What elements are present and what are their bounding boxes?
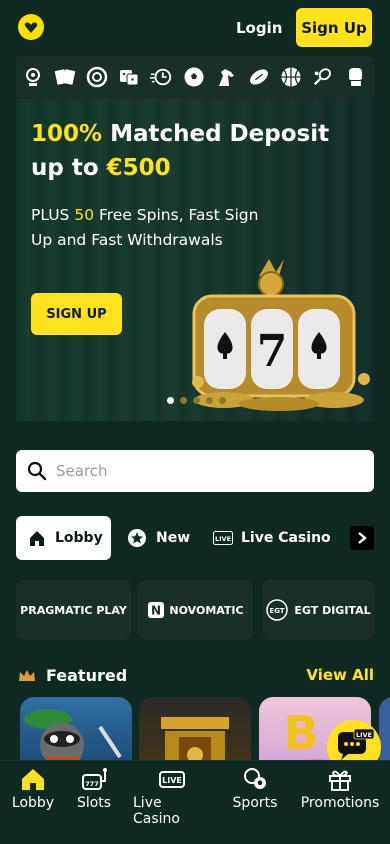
live-icon: LIVE bbox=[213, 531, 233, 545]
timer-icon[interactable] bbox=[150, 66, 172, 88]
svg-text:777: 777 bbox=[85, 780, 99, 788]
nav-sports-label: Sports bbox=[232, 795, 278, 811]
nav-promotions-label: Promotions bbox=[300, 795, 380, 811]
search-box[interactable]: Search bbox=[16, 450, 374, 492]
provider-name: EGT DIGITAL bbox=[294, 603, 371, 617]
nav-slots-label: Slots bbox=[76, 795, 112, 811]
sub-free-spins-count: 50 bbox=[74, 206, 95, 224]
carousel-dot[interactable] bbox=[206, 397, 213, 404]
football-icon[interactable] bbox=[248, 66, 270, 88]
bottom-navigation: Lobby 777 Slots LIVE Live Casino Sports … bbox=[0, 760, 390, 844]
tab-live-casino-label: Live Casino bbox=[241, 530, 331, 546]
provider-egt-digital[interactable]: EGT EGT DIGITAL bbox=[262, 580, 374, 640]
game-thumbnail bbox=[24, 709, 122, 763]
promo-banner[interactable]: 100% Matched Deposit up to €500 PLUS 50 … bbox=[16, 99, 374, 421]
banner-headline: 100% Matched Deposit up to €500 bbox=[31, 117, 351, 185]
poker-chip-icon[interactable] bbox=[86, 66, 108, 88]
headline-amount: €500 bbox=[106, 155, 171, 181]
game-tabs: Lobby New LIVE Live Casino bbox=[16, 516, 374, 560]
provider-pragmatic-play[interactable]: PRAGMATIC PLAY bbox=[16, 580, 131, 640]
tab-live-casino[interactable]: LIVE Live Casino bbox=[213, 516, 331, 560]
nav-sports[interactable]: Sports bbox=[232, 767, 278, 811]
svg-text:LIVE: LIVE bbox=[215, 535, 231, 543]
svg-text:7: 7 bbox=[257, 326, 288, 377]
carousel-dot[interactable] bbox=[180, 397, 187, 404]
login-link[interactable]: Login bbox=[236, 19, 282, 37]
game-thumbnail bbox=[161, 717, 229, 763]
banner-signup-button[interactable]: SIGN UP bbox=[31, 293, 122, 335]
novomatic-logo-icon: N bbox=[148, 602, 165, 618]
live-icon: LIVE bbox=[159, 771, 185, 788]
carousel-dot[interactable] bbox=[167, 397, 174, 404]
svg-text:EGT: EGT bbox=[270, 607, 285, 615]
svg-text:LIVE: LIVE bbox=[162, 776, 182, 785]
star-icon bbox=[128, 529, 146, 547]
search-icon bbox=[27, 461, 47, 481]
svg-text:B: B bbox=[283, 706, 318, 760]
tab-lobby[interactable]: Lobby bbox=[16, 516, 111, 560]
sports-balls-icon bbox=[244, 768, 266, 789]
tabs-next-button[interactable] bbox=[350, 526, 374, 550]
chat-live-badge: LIVE bbox=[356, 731, 372, 739]
search-input[interactable]: Search bbox=[56, 462, 108, 480]
provider-list: PRAGMATIC PLAY N NOVOMATIC EGT EGT DIGIT… bbox=[16, 580, 374, 640]
nav-live-casino-label: Live Casino bbox=[133, 795, 180, 827]
provider-name: PRAGMATIC PLAY bbox=[20, 603, 127, 617]
egt-logo-icon: EGT bbox=[266, 599, 289, 621]
banner-subtext: PLUS 50 Free Spins, Fast Sign Up and Fas… bbox=[31, 203, 271, 253]
nav-promotions[interactable]: Promotions bbox=[300, 767, 380, 811]
dice-icon[interactable] bbox=[118, 66, 140, 88]
carousel-dot[interactable] bbox=[219, 397, 226, 404]
category-bar bbox=[16, 56, 374, 99]
game-tile[interactable] bbox=[139, 697, 251, 763]
boxing-glove-icon[interactable] bbox=[344, 66, 366, 88]
crown-icon bbox=[19, 670, 35, 681]
brand-logo[interactable] bbox=[18, 14, 44, 40]
slot-machine-icon: 777 bbox=[82, 768, 107, 790]
basketball-icon[interactable] bbox=[280, 66, 302, 88]
game-tile[interactable] bbox=[379, 697, 390, 763]
nav-slots[interactable]: 777 Slots bbox=[75, 767, 113, 811]
tab-new-label: New bbox=[156, 530, 191, 546]
tab-new[interactable]: New bbox=[127, 516, 190, 560]
roulette-icon[interactable] bbox=[22, 66, 44, 88]
cards-icon[interactable] bbox=[54, 66, 76, 88]
game-tile[interactable] bbox=[20, 697, 132, 763]
featured-title: Featured bbox=[46, 666, 128, 685]
signup-button[interactable]: Sign Up bbox=[296, 8, 372, 47]
tab-lobby-label: Lobby bbox=[55, 530, 103, 546]
provider-name: NOVOMATIC bbox=[169, 603, 244, 617]
soccer-ball-icon[interactable] bbox=[183, 66, 205, 88]
crown-heart-icon bbox=[24, 22, 38, 33]
svg-text:N: N bbox=[151, 604, 161, 618]
home-icon bbox=[22, 769, 44, 790]
slot-machine-illustration: 7 bbox=[192, 259, 370, 411]
nav-lobby-label: Lobby bbox=[11, 795, 55, 811]
carousel-dots bbox=[167, 397, 226, 404]
sub-prefix: PLUS bbox=[31, 206, 75, 224]
carousel-dot[interactable] bbox=[193, 397, 200, 404]
provider-novomatic[interactable]: N NOVOMATIC bbox=[138, 580, 253, 640]
headline-percent: 100% bbox=[31, 121, 103, 147]
horse-icon[interactable] bbox=[215, 66, 237, 88]
top-header: Login Sign Up bbox=[0, 0, 390, 56]
nav-lobby[interactable]: Lobby bbox=[12, 767, 54, 811]
chevron-right-icon bbox=[358, 532, 367, 544]
gift-icon bbox=[329, 770, 351, 791]
nav-live-casino[interactable]: LIVE Live Casino bbox=[133, 767, 211, 827]
featured-header: Featured View All bbox=[16, 664, 374, 688]
view-all-link[interactable]: View All bbox=[306, 666, 374, 684]
tennis-icon[interactable] bbox=[312, 66, 334, 88]
home-icon bbox=[30, 531, 44, 546]
